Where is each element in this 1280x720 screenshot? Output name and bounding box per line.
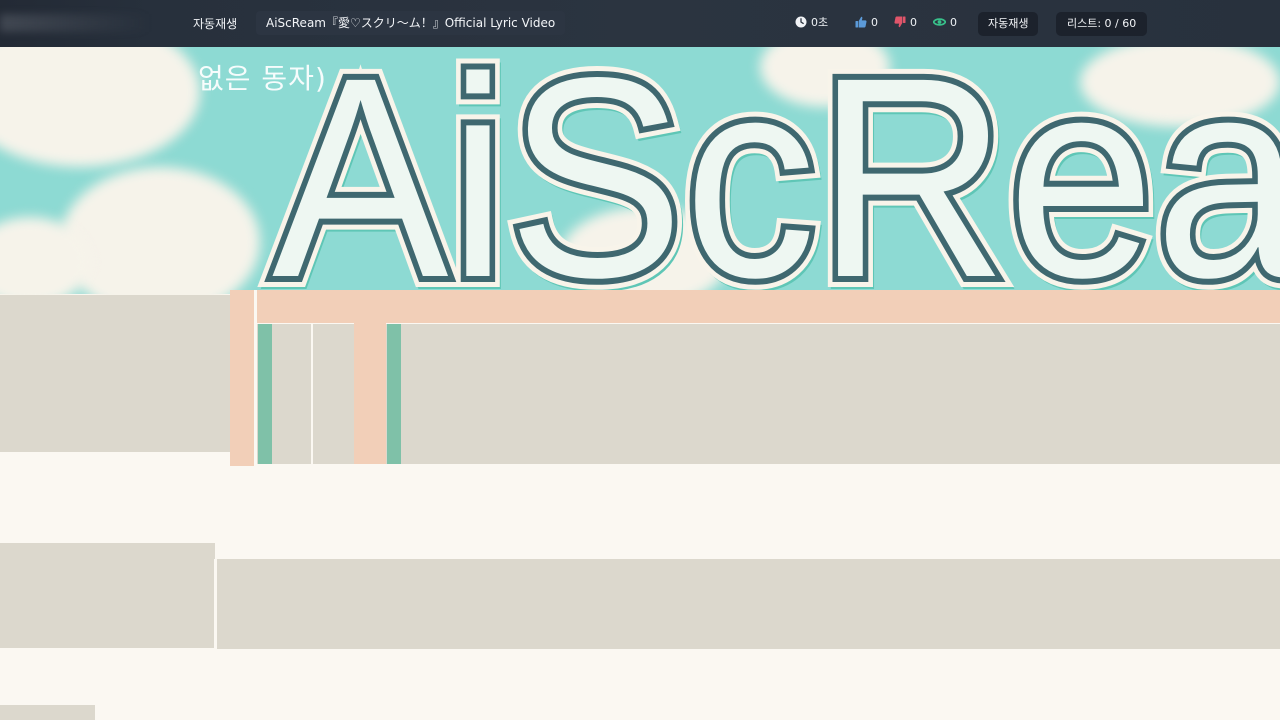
- clock-icon: [795, 16, 807, 28]
- top-bar: 자동재생 AiScReam『愛♡スクリ～ム！』Official Lyric Vi…: [0, 0, 1280, 47]
- time-value: 0초: [811, 16, 829, 29]
- like-count: 0: [871, 16, 878, 29]
- views-count: 0: [950, 16, 957, 29]
- logo-text-inner: AiScRea: [272, 47, 1280, 297]
- autoplay-button[interactable]: 자동재생: [978, 12, 1039, 36]
- peach-column-mid: [354, 323, 386, 466]
- overlay-caption: 없은 동자): [198, 62, 327, 95]
- peach-stripe-top: [230, 290, 1280, 323]
- bottom-left-block: [0, 543, 215, 648]
- blurred-logo: [0, 14, 150, 32]
- green-bar-1: [258, 324, 272, 464]
- autoplay-label[interactable]: 자동재생: [193, 15, 237, 32]
- app-window: 자동재생 AiScReam『愛♡スクリ～ム！』Official Lyric Vi…: [0, 0, 1280, 720]
- eye-icon: [932, 18, 947, 26]
- bottom-panel: [217, 559, 1280, 649]
- views-stat: 0: [932, 15, 957, 31]
- panel-large: [386, 324, 1280, 465]
- panel-small-2: [313, 324, 354, 465]
- dislike-count: 0: [910, 16, 917, 29]
- bottom-sliver: [0, 705, 95, 720]
- video-player[interactable]: AiScRea AiScRea AiScRea AiScRea 없은 동자): [0, 47, 1280, 720]
- artwork-logo: AiScRea AiScRea AiScRea AiScRea: [261, 47, 1280, 297]
- list-counter-button[interactable]: 리스트: 0 / 60: [1056, 12, 1148, 36]
- thumbs-up-icon: [855, 16, 867, 28]
- like-stat[interactable]: 0: [855, 15, 878, 31]
- dislike-stat[interactable]: 0: [894, 15, 917, 31]
- left-grey-block: [0, 295, 230, 452]
- peach-column-left: [230, 290, 255, 466]
- thumbs-down-icon: [894, 16, 906, 28]
- time-stat: 0초: [795, 15, 828, 31]
- panel-bottom-line: [257, 464, 1280, 466]
- video-title[interactable]: AiScReam『愛♡スクリ～ム！』Official Lyric Video: [256, 11, 566, 35]
- green-bar-2: [387, 324, 401, 464]
